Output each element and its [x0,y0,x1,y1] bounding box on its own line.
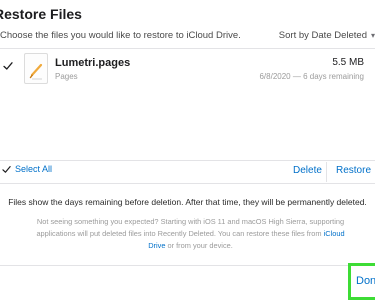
info-text: Files show the days remaining before del… [8,197,367,207]
page-title: Restore Files [0,6,82,22]
restore-button[interactable]: Restore [336,165,371,176]
action-separator [326,162,327,182]
restore-files-page: Restore Files Choose the files you would… [0,0,375,300]
done-button[interactable]: Done [348,263,375,300]
file-row[interactable]: Lumetri.pages Pages 5.5 MB 6/8/2020 — 6 … [0,49,375,93]
file-size: 5.5 MB [332,57,364,68]
sort-label: Sort by Date Deleted [278,30,367,41]
file-type: Pages [55,72,78,81]
file-name: Lumetri.pages [55,57,131,69]
pages-document-icon [24,53,48,84]
checkmark-icon [2,165,11,173]
select-all-button[interactable]: Select All [2,164,52,174]
help-text-tail: or from your device. [165,241,233,250]
delete-button[interactable]: Delete [293,165,322,176]
sort-dropdown[interactable]: Sort by Date Deleted ▾ [279,30,375,41]
select-all-label: Select All [15,164,53,174]
done-label: Done [356,275,375,287]
action-bar-divider [0,183,375,184]
icloud-drive-link-cont[interactable]: Drive [148,241,165,250]
help-text-body: Not seeing something you expected? Start… [36,217,345,238]
checkmark-icon[interactable] [3,61,13,71]
page-subtitle: Choose the files you would like to resto… [0,30,241,41]
list-divider [0,160,375,161]
file-deleted-info: 6/8/2020 — 6 days remaining [259,72,364,81]
chevron-down-icon: ▾ [370,31,375,40]
footer-divider [0,265,375,266]
icloud-drive-link[interactable]: iCloud [324,229,345,238]
action-bar: Select All Delete Restore [0,162,375,182]
help-text: Not seeing something you expected? Start… [33,216,348,252]
